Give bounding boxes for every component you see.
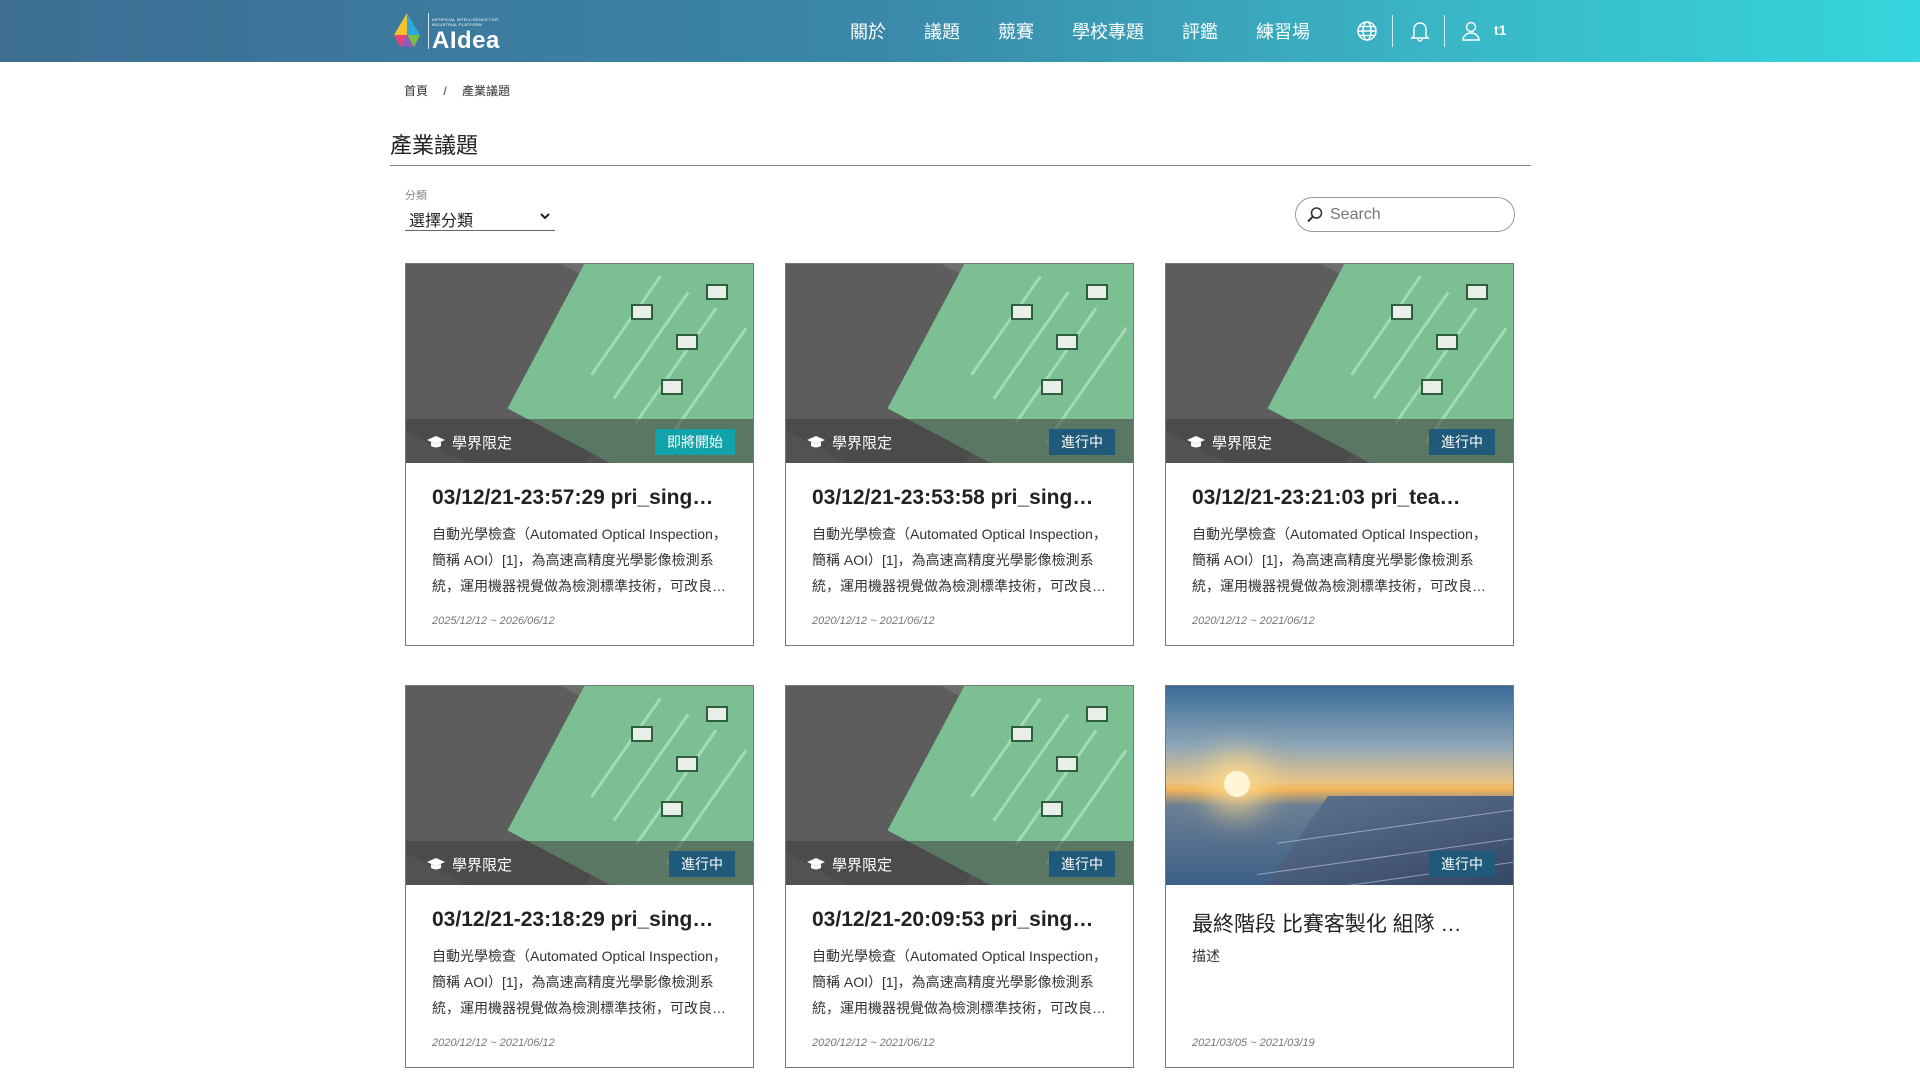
card-title[interactable]: 03/12/21-23:53:58 pri_sing… <box>812 486 1112 510</box>
card-description: 自動光學檢查（Automated Optical Inspection，簡稱 A… <box>812 526 1107 594</box>
topic-card[interactable]: 學界限定 進行中 03/12/21-20:09:53 pri_sing… 自動光… <box>785 685 1134 1068</box>
user-name[interactable]: t1 <box>1494 22 1506 38</box>
academic-only-tag: 學界限定 <box>426 854 512 875</box>
nav-playground[interactable]: 練習場 <box>1256 18 1310 44</box>
status-badge: 進行中 <box>1429 851 1495 877</box>
card-title[interactable]: 最終階段 比賽客製化 組隊 … <box>1192 908 1492 938</box>
card-description: 描述 <box>1192 948 1220 964</box>
card-date-range: 2021/03/05 ~ 2021/03/19 <box>1192 1037 1315 1049</box>
card-description: 自動光學檢查（Automated Optical Inspection，簡稱 A… <box>432 948 727 1016</box>
card-title[interactable]: 03/12/21-23:18:29 pri_sing… <box>432 908 732 932</box>
card-tag-label: 學界限定 <box>832 435 893 452</box>
category-select-value: 選擇分類 <box>409 213 474 230</box>
graduation-cap-icon <box>1187 435 1205 447</box>
card-tag-label: 學界限定 <box>452 857 513 874</box>
chevron-down-icon <box>540 213 550 220</box>
topic-card[interactable]: 學界限定 進行中 03/12/21-23:53:58 pri_sing… 自動光… <box>785 263 1134 646</box>
status-badge: 進行中 <box>1049 851 1115 877</box>
academic-only-tag: 學界限定 <box>806 854 892 875</box>
nav-divider <box>1392 15 1393 47</box>
card-tag-label: 學界限定 <box>832 857 893 874</box>
card-title[interactable]: 03/12/21-20:09:53 pri_sing… <box>812 908 1112 932</box>
logo-mark-icon <box>394 13 420 47</box>
card-description: 自動光學檢查（Automated Optical Inspection，簡稱 A… <box>812 948 1107 1016</box>
nav-school-projects[interactable]: 學校專題 <box>1072 18 1144 44</box>
breadcrumb: 首頁 / 產業議題 <box>404 82 510 99</box>
logo-subtitle: ARTIFICIAL INTELLIGENCE FOR INDUSTRIAL P… <box>432 17 499 27</box>
category-label: 分類 <box>405 190 427 202</box>
graduation-cap-icon <box>807 435 825 447</box>
academic-only-tag: 學界限定 <box>1186 432 1272 453</box>
nav-about[interactable]: 關於 <box>850 18 886 44</box>
card-date-range: 2020/12/12 ~ 2021/06/12 <box>1192 615 1315 627</box>
breadcrumb-separator: / <box>443 84 447 98</box>
card-date-range: 2020/12/12 ~ 2021/06/12 <box>812 1037 935 1049</box>
card-date-range: 2020/12/12 ~ 2021/06/12 <box>432 1037 555 1049</box>
card-date-range: 2025/12/12 ~ 2026/06/12 <box>432 615 555 627</box>
nav-competitions[interactable]: 競賽 <box>998 18 1034 44</box>
graduation-cap-icon <box>807 857 825 869</box>
bell-icon[interactable] <box>1407 18 1433 44</box>
academic-only-tag: 學界限定 <box>806 432 892 453</box>
logo-divider <box>428 13 429 49</box>
topic-card[interactable]: 學界限定 進行中 03/12/21-23:21:03 pri_tea… 自動光學… <box>1165 263 1514 646</box>
card-tag-label: 學界限定 <box>1212 435 1273 452</box>
topic-card[interactable]: 學界限定 進行中 03/12/21-23:18:29 pri_sing… 自動光… <box>405 685 754 1068</box>
top-navbar: ARTIFICIAL INTELLIGENCE FOR INDUSTRIAL P… <box>0 0 1920 62</box>
status-badge: 進行中 <box>669 851 735 877</box>
status-badge: 進行中 <box>1049 429 1115 455</box>
nav-divider <box>1444 15 1445 47</box>
graduation-cap-icon <box>427 857 445 869</box>
logo-text: AIdea <box>432 27 500 54</box>
status-badge: 進行中 <box>1429 429 1495 455</box>
search-input[interactable] <box>1328 204 1502 226</box>
search-box[interactable] <box>1295 197 1515 232</box>
card-title[interactable]: 03/12/21-23:21:03 pri_tea… <box>1192 486 1492 510</box>
topic-card[interactable]: 學界限定 即將開始 03/12/21-23:57:29 pri_sing… 自動… <box>405 263 754 646</box>
user-icon[interactable] <box>1458 18 1484 44</box>
nav-evaluation[interactable]: 評鑑 <box>1182 18 1218 44</box>
breadcrumb-current: 產業議題 <box>462 84 511 98</box>
aidea-logo[interactable]: ARTIFICIAL INTELLIGENCE FOR INDUSTRIAL P… <box>388 11 508 54</box>
main-nav: 關於 議題 競賽 學校專題 評鑑 練習場 <box>850 0 1348 62</box>
status-badge: 即將開始 <box>655 429 735 455</box>
page-title: 產業議題 <box>390 133 479 158</box>
nav-topics[interactable]: 議題 <box>924 18 960 44</box>
card-description: 自動光學檢查（Automated Optical Inspection，簡稱 A… <box>432 526 727 594</box>
card-tag-label: 學界限定 <box>452 435 513 452</box>
graduation-cap-icon <box>427 435 445 447</box>
academic-only-tag: 學界限定 <box>426 432 512 453</box>
card-description: 自動光學檢查（Automated Optical Inspection，簡稱 A… <box>1192 526 1487 594</box>
globe-icon[interactable] <box>1354 18 1380 44</box>
search-icon <box>1307 207 1323 223</box>
title-divider <box>390 165 1531 166</box>
breadcrumb-home[interactable]: 首頁 <box>404 84 428 98</box>
topic-card[interactable]: 進行中 最終階段 比賽客製化 組隊 … 描述 2021/03/05 ~ 2021… <box>1165 685 1514 1068</box>
card-date-range: 2020/12/12 ~ 2021/06/12 <box>812 615 935 627</box>
category-select[interactable]: 選擇分類 <box>405 204 555 231</box>
card-title[interactable]: 03/12/21-23:57:29 pri_sing… <box>432 486 732 510</box>
